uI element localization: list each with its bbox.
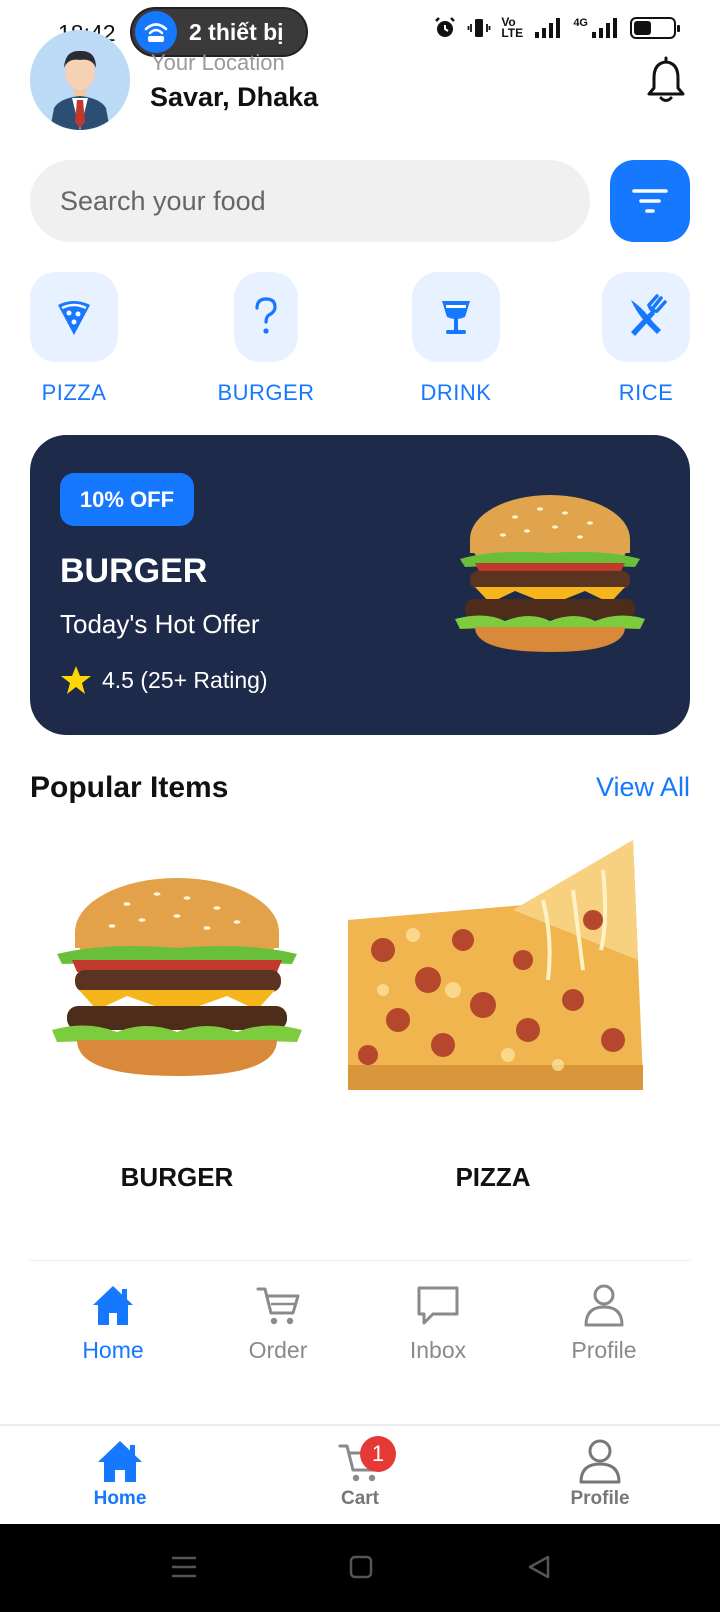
pizza-image — [348, 840, 643, 1090]
nav-label: Home — [82, 1337, 144, 1363]
offer-subtitle: Today's Hot Offer — [60, 609, 260, 639]
battery-level — [634, 21, 651, 35]
menu-icon[interactable] — [170, 1554, 198, 1580]
cart-count-badge: 1 — [360, 1436, 396, 1472]
signal-2-icon — [592, 18, 617, 38]
home-icon — [98, 1441, 142, 1482]
popular-items-title: Popular Items — [30, 771, 229, 804]
vibrate-icon — [467, 19, 491, 37]
battery-icon — [630, 17, 680, 39]
tab-profile[interactable]: Profile — [540, 1438, 660, 1510]
popular-item-burger[interactable]: BURGER — [27, 840, 327, 1210]
category-tile — [602, 272, 690, 362]
category-burger[interactable]: BURGER — [217, 272, 314, 406]
nav-label: Profile — [571, 1337, 637, 1363]
rating-text: 4.5 (25+ Rating) — [102, 666, 268, 693]
cart-icon — [256, 1287, 300, 1325]
home-icon — [93, 1286, 133, 1325]
search-bar — [30, 160, 590, 242]
offer-rating: 4.5 (25+ Rating) — [60, 665, 268, 695]
filter-button[interactable] — [610, 160, 690, 242]
filter-icon — [632, 189, 668, 213]
hotspot-text: 2 thiết bị — [189, 18, 284, 45]
category-label: DRINK — [420, 380, 492, 405]
bell-icon — [647, 56, 685, 102]
home-square-icon[interactable] — [348, 1554, 374, 1580]
user-icon — [584, 1284, 624, 1327]
volte-label: Vo LTE — [501, 15, 524, 40]
nav-home[interactable]: Home — [53, 1283, 173, 1364]
item-name: PIZZA — [455, 1162, 531, 1192]
burger-image — [455, 495, 645, 652]
nav-label: Order — [248, 1337, 308, 1363]
user-avatar-icon — [30, 30, 130, 130]
tab-cart[interactable]: 1 Cart — [300, 1436, 420, 1510]
category-tile — [30, 272, 118, 362]
nav-order[interactable]: Order — [218, 1283, 338, 1364]
avatar[interactable] — [30, 30, 130, 130]
hotspot-icon — [135, 11, 177, 53]
category-rice[interactable]: RICE — [602, 272, 690, 406]
view-all-link[interactable]: View All — [596, 772, 690, 803]
popular-item-pizza[interactable]: PIZZA — [343, 840, 643, 1210]
nav-label: Inbox — [409, 1337, 467, 1363]
category-drink[interactable]: DRINK — [412, 272, 500, 406]
tab-label: Home — [93, 1488, 147, 1509]
system-navigation-bar — [0, 1524, 720, 1612]
nav-inbox[interactable]: Inbox — [378, 1283, 498, 1364]
discount-badge: 10% OFF — [60, 473, 194, 526]
burger-image — [52, 878, 302, 1076]
drink-icon — [442, 301, 470, 334]
alarm-icon — [435, 17, 456, 37]
notification-button[interactable] — [644, 56, 688, 104]
category-pizza[interactable]: PIZZA — [30, 272, 118, 406]
category-label: RICE — [618, 380, 674, 405]
user-icon — [579, 1439, 621, 1484]
category-label: BURGER — [217, 380, 315, 405]
status-icons: Vo LTE 4G — [433, 15, 680, 40]
chat-icon — [417, 1286, 459, 1325]
nav-profile[interactable]: Profile — [544, 1283, 664, 1364]
signal-icon — [535, 18, 561, 38]
category-label: PIZZA — [41, 380, 107, 405]
location-label: Your Location — [151, 50, 285, 75]
offer-title: BURGER — [60, 552, 208, 590]
question-icon — [255, 297, 277, 334]
item-name: BURGER — [120, 1162, 234, 1192]
tab-label: Profile — [570, 1488, 630, 1509]
nav-divider — [30, 1260, 690, 1261]
search-input[interactable] — [60, 185, 540, 217]
offer-banner[interactable]: 10% OFF BURGER Today's Hot Offer 4.5 (25… — [30, 435, 690, 735]
network-type: 4G — [573, 17, 588, 29]
category-tile — [234, 272, 298, 362]
tab-home[interactable]: Home — [60, 1438, 180, 1510]
back-icon[interactable] — [526, 1554, 552, 1580]
category-tile — [412, 272, 500, 362]
fork-knife-icon — [631, 294, 667, 336]
location-value[interactable]: Savar, Dhaka — [150, 82, 318, 113]
tab-label: Cart — [340, 1488, 379, 1509]
pizza-icon — [58, 301, 90, 335]
bottom-tab-bar: Home 1 Cart Profile — [0, 1424, 720, 1524]
star-icon — [61, 666, 91, 694]
